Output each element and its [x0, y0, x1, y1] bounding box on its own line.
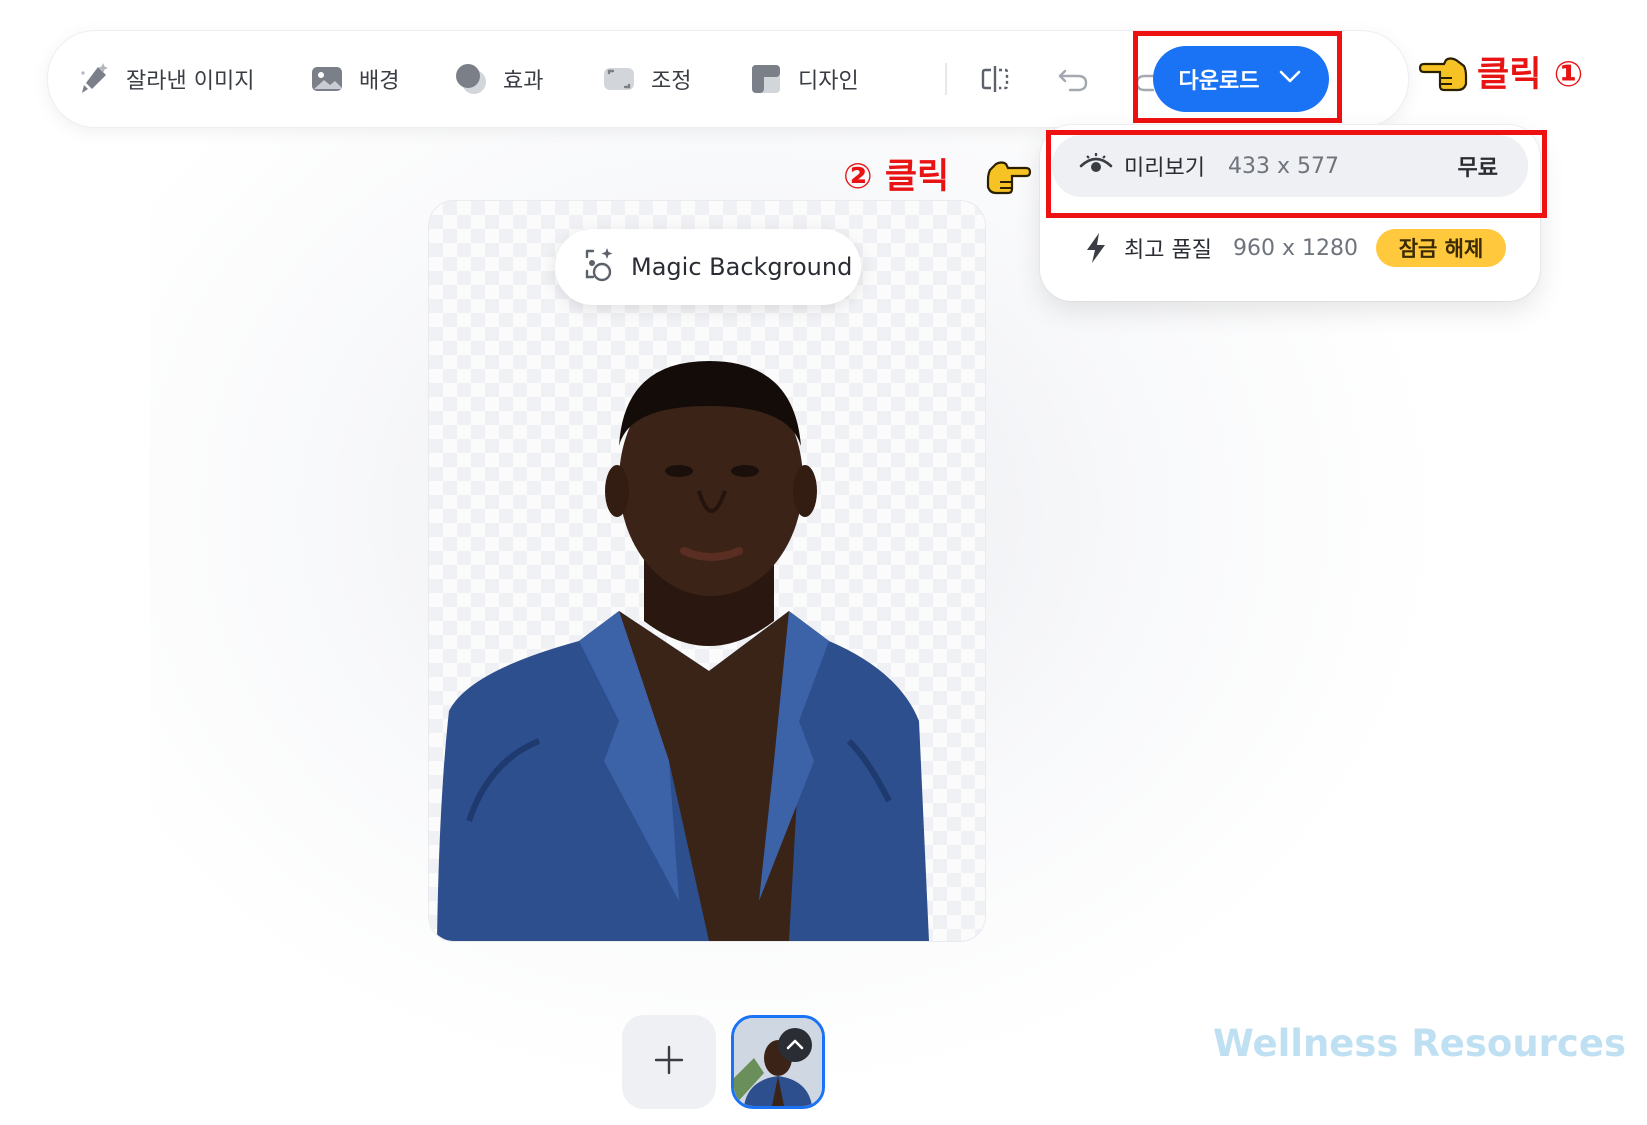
cutout-image-canvas[interactable]	[428, 200, 986, 942]
magic-background-icon	[579, 245, 617, 289]
tool-cutout-image[interactable]: 잘라낸 이미지	[76, 31, 254, 127]
undo-button[interactable]	[1051, 59, 1095, 103]
circles-icon	[453, 61, 489, 97]
annotation-step2: ② 클릭	[843, 157, 950, 197]
watermark: Wellness Resources	[1213, 1022, 1626, 1065]
best-quality-size: 960 x 1280	[1233, 235, 1358, 261]
plus-icon	[653, 1044, 685, 1080]
best-quality-label: 최고 품질	[1124, 238, 1212, 263]
person-cutout-image	[437, 361, 929, 941]
thumbnail-image	[734, 1018, 822, 1106]
tool-label: 잘라낸 이미지	[126, 69, 255, 94]
brush-sparkle-icon	[76, 61, 112, 97]
add-image-button[interactable]	[622, 1015, 716, 1109]
tool-label: 효과	[503, 69, 544, 94]
adjust-icon	[601, 61, 637, 97]
pointing-hand-left-icon	[1418, 54, 1468, 98]
annotation-step1: 클릭 ①	[1477, 55, 1584, 95]
tool-label: 배경	[359, 69, 400, 94]
unlock-badge[interactable]: 잠금 해제	[1376, 229, 1506, 267]
highlight-box-preview	[1046, 130, 1547, 218]
tool-design[interactable]: 디자인	[748, 31, 859, 127]
image-thumbnail[interactable]	[731, 1015, 825, 1109]
toolbar-divider	[945, 63, 947, 95]
layout-icon	[748, 61, 784, 97]
magic-background-button[interactable]: Magic Background	[555, 229, 861, 305]
menu-item-best-quality[interactable]: 최고 품질 960 x 1280 잠금 해제	[1052, 217, 1528, 279]
highlight-box-download	[1133, 31, 1342, 123]
tool-label: 디자인	[798, 69, 859, 94]
tool-effects[interactable]: 효과	[453, 31, 543, 127]
compare-button[interactable]	[973, 59, 1017, 103]
tool-adjust[interactable]: 조정	[601, 31, 691, 127]
tool-label: 조정	[651, 69, 692, 94]
tool-background[interactable]: 배경	[309, 31, 399, 127]
undo-icon	[1056, 62, 1090, 100]
lightning-icon	[1078, 230, 1114, 266]
image-icon	[309, 61, 345, 97]
magic-background-label: Magic Background	[631, 253, 853, 281]
pointing-hand-right-icon	[986, 160, 1032, 200]
compare-icon	[978, 62, 1012, 100]
